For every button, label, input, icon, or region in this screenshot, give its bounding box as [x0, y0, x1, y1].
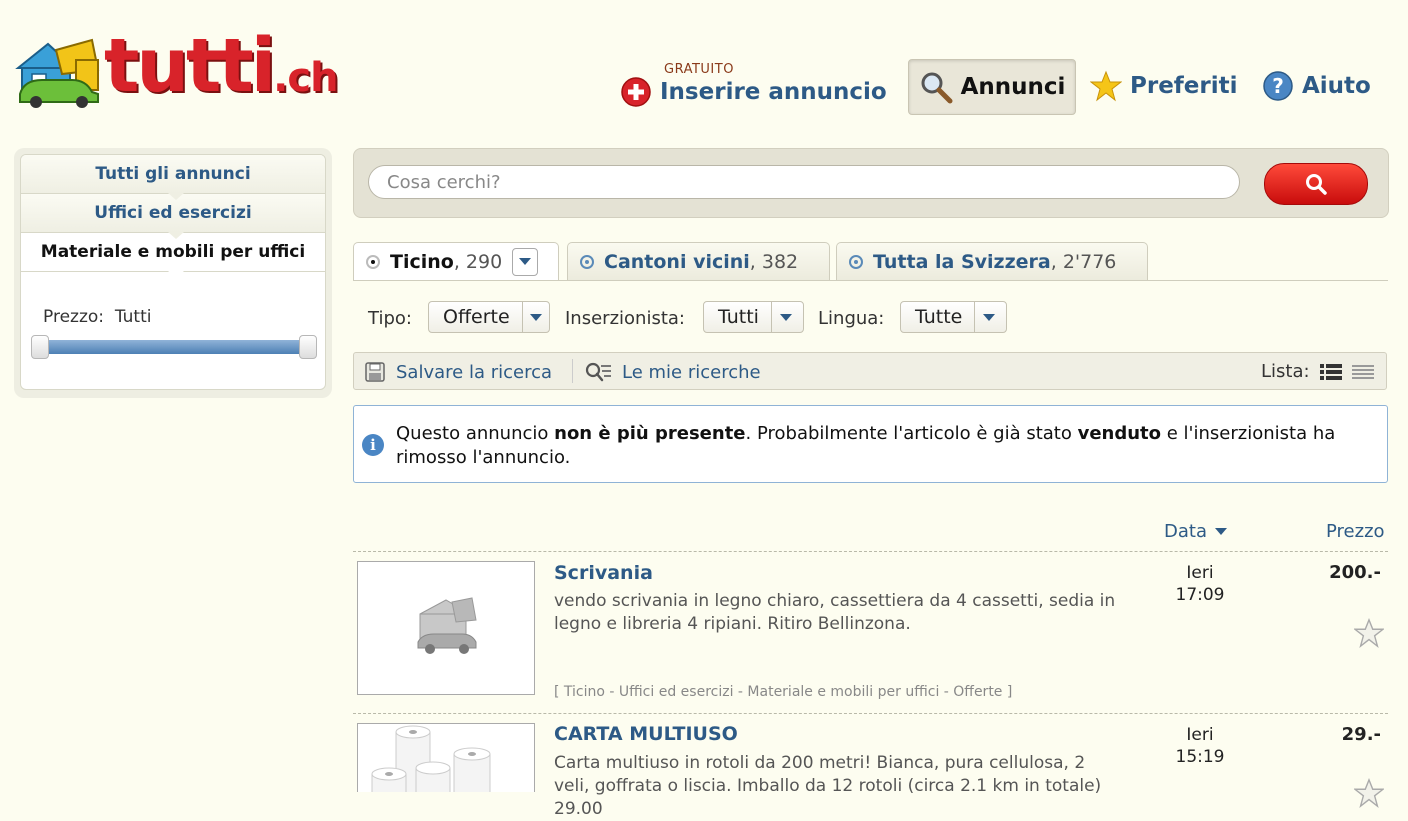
category-sidebar: Tutti gli annunci Uffici ed esercizi Mat…: [14, 148, 332, 398]
inserzionista-dropdown-button[interactable]: [770, 302, 800, 332]
info-notice: i Questo annuncio non è più presente. Pr…: [353, 405, 1388, 483]
search-input[interactable]: [368, 165, 1240, 199]
magnifier-icon: [921, 72, 953, 104]
notice-text: Questo annuncio non è più presente. Prob…: [396, 423, 1336, 468]
favorite-star-icon[interactable]: [1354, 778, 1384, 808]
save-search-label: Salvare la ricerca: [396, 361, 552, 383]
list-detailed-view-icon[interactable]: [1320, 363, 1342, 381]
lingua-dropdown-button[interactable]: [974, 302, 1003, 332]
price-max-handle[interactable]: [299, 335, 317, 359]
paper-rolls-image: [371, 725, 491, 792]
search-icon: [1306, 174, 1327, 195]
category-panel: Tutti gli annunci Uffici ed esercizi Mat…: [20, 154, 326, 390]
sidebar-item-label: Materiale e mobili per uffici: [40, 242, 306, 262]
logo-wordmark[interactable]: tutti.ch: [104, 26, 339, 118]
ad-category-path: [ Ticino - Uffici ed esercizi - Material…: [554, 684, 1013, 700]
chevron-down-icon: [519, 258, 532, 265]
tab-count: , 382: [749, 250, 799, 273]
nav-insert-ad[interactable]: GRATUITO Inserire annuncio: [620, 62, 887, 108]
nav-preferiti[interactable]: Preferiti: [1090, 70, 1238, 102]
lingua-value: Tutte: [915, 306, 963, 328]
nav-aiuto[interactable]: ? Aiuto: [1262, 70, 1371, 102]
tab-ticino[interactable]: Ticino, 290: [353, 242, 559, 280]
price-min-handle[interactable]: [31, 335, 49, 359]
inserzionista-label: Inserzionista:: [565, 308, 685, 329]
svg-text:?: ?: [1272, 74, 1284, 98]
chevron-down-icon: [779, 313, 792, 321]
annunci-label: Annunci: [960, 74, 1066, 100]
ad-price: 29.-: [1341, 724, 1381, 745]
row-divider: [353, 713, 1388, 714]
favorite-star-icon[interactable]: [1354, 618, 1384, 648]
sidebar-item-all-ads[interactable]: Tutti gli annunci: [21, 155, 325, 200]
ad-price: 200.-: [1329, 562, 1381, 583]
tipo-select[interactable]: Offerte: [428, 301, 550, 333]
logo-house-car-icon: [15, 38, 100, 108]
tab-divider: [353, 280, 1388, 281]
save-search-button[interactable]: Salvare la ricerca: [364, 361, 552, 383]
star-icon: [1090, 70, 1122, 102]
date-column-label: Data: [1164, 521, 1207, 542]
price-range-slider[interactable]: [31, 335, 317, 359]
floppy-disk-icon: [365, 362, 385, 382]
help-icon: ?: [1263, 71, 1293, 101]
nav-annunci[interactable]: Annunci: [908, 59, 1076, 115]
ad-thumbnail[interactable]: [357, 561, 535, 695]
tab-name: Ticino: [390, 250, 454, 273]
tab-tutta-la-svizzera[interactable]: Tutta la Svizzera, 2'776: [836, 242, 1148, 280]
radio-icon: [849, 254, 863, 269]
tab-name: Tutta la Svizzera: [873, 250, 1051, 273]
search-button[interactable]: [1264, 163, 1368, 205]
tipo-value: Offerte: [443, 306, 510, 328]
insert-sub-label: GRATUITO: [664, 62, 734, 77]
sort-by-date[interactable]: Data: [1164, 521, 1227, 542]
sidebar-item-label: Uffici ed esercizi: [94, 203, 252, 223]
tab-count: , 290: [453, 250, 503, 273]
my-searches-button[interactable]: Le mie ricerche: [584, 361, 761, 383]
price-filter-value: Tutti: [114, 307, 152, 327]
ad-date: Ieri 17:09: [1175, 563, 1225, 605]
list-compact-view-icon[interactable]: [1352, 363, 1374, 381]
row-divider: [353, 551, 1388, 552]
list-view-label: Lista:: [1261, 361, 1310, 382]
ad-thumbnail[interactable]: [357, 723, 535, 792]
sort-by-price[interactable]: Prezzo: [1326, 521, 1385, 542]
search-bar: [353, 148, 1389, 218]
ad-title[interactable]: CARTA MULTIUSO: [554, 723, 738, 745]
aiuto-label: Aiuto: [1302, 73, 1371, 99]
inserzionista-value: Tutti: [718, 306, 759, 328]
tipo-dropdown-button[interactable]: [521, 302, 549, 332]
tab-cantoni-vicini[interactable]: Cantoni vicini, 382: [567, 242, 830, 280]
radio-icon: [580, 254, 594, 269]
region-dropdown-button[interactable]: [512, 247, 539, 276]
preferiti-label: Preferiti: [1130, 73, 1238, 99]
info-icon: i: [362, 434, 384, 456]
plus-circle-icon: [621, 77, 651, 107]
chevron-down-icon: [983, 313, 996, 321]
tab-name: Cantoni vicini: [604, 250, 750, 273]
ad-title[interactable]: Scrivania: [554, 562, 653, 584]
lingua-label: Lingua:: [818, 308, 885, 329]
ad-description: vendo scrivania in legno chiaro, cassett…: [554, 591, 1116, 634]
tab-count: , 2'776: [1050, 250, 1117, 273]
sort-desc-icon: [1214, 528, 1227, 535]
lingua-select[interactable]: Tutte: [900, 301, 1007, 333]
insert-label: Inserire annuncio: [660, 79, 887, 105]
saved-searches-icon: [585, 362, 611, 382]
chevron-down-icon: [529, 313, 542, 321]
placeholder-image: [417, 597, 477, 654]
sidebar-item-label: Tutti gli annunci: [95, 164, 251, 184]
inserzionista-select[interactable]: Tutti: [703, 301, 804, 333]
toolbar-divider: [572, 359, 573, 383]
tipo-label: Tipo:: [368, 308, 412, 329]
ad-description: Carta multiuso in rotoli da 200 metri! B…: [554, 753, 1102, 819]
ad-date: Ieri 15:19: [1175, 725, 1225, 767]
price-filter-label: Prezzo: Tutti: [43, 307, 152, 327]
my-searches-label: Le mie ricerche: [622, 361, 761, 383]
radio-selected-icon: [366, 254, 380, 269]
search-toolbar: Salvare la ricerca Le mie ricerche Lista…: [353, 352, 1387, 390]
